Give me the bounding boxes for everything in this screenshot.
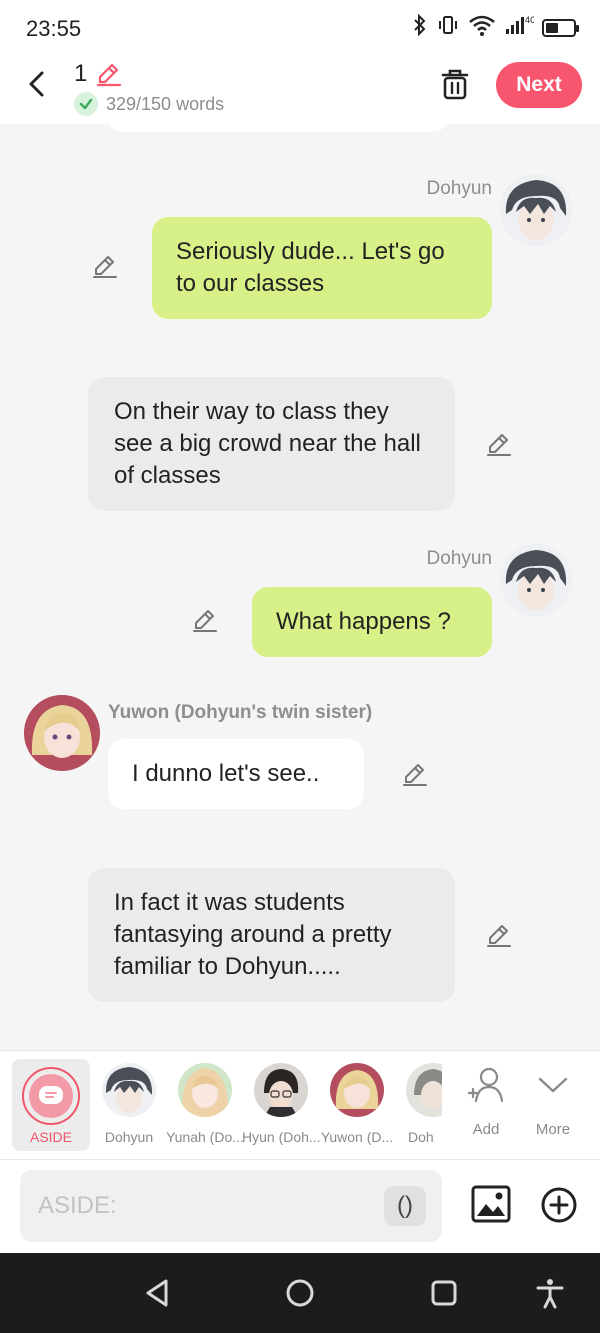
- battery-icon: [542, 19, 579, 37]
- status-bar: 23:55 4G: [0, 0, 600, 56]
- message-input-bar: (): [0, 1160, 600, 1253]
- aside-message-icon: [29, 1074, 73, 1118]
- character-yuwon[interactable]: Yuwon (D...: [318, 1063, 396, 1151]
- nav-recents-icon[interactable]: [428, 1277, 460, 1309]
- character-avatar: [102, 1063, 156, 1117]
- edit-message-pencil-icon[interactable]: [484, 430, 512, 458]
- character-selector-bar: ASIDE Dohyun Yunah (Do... Hyun (Doh... Y…: [0, 1050, 600, 1160]
- insert-image-icon[interactable]: [470, 1184, 512, 1224]
- bluetooth-icon: [412, 13, 428, 42]
- message-sender-name: Dohyun: [426, 178, 493, 199]
- add-person-icon: [467, 1067, 504, 1103]
- edit-message-pencil-icon[interactable]: [400, 760, 428, 788]
- narration-bubble[interactable]: In fact it was students fantasying aroun…: [88, 868, 455, 1002]
- message-input[interactable]: [38, 1190, 378, 1222]
- edit-message-pencil-icon[interactable]: [190, 606, 218, 634]
- message-bubble[interactable]: I dunno let's see..: [108, 739, 364, 809]
- edit-title-pencil-icon[interactable]: [94, 60, 122, 88]
- status-time: 23:55: [26, 16, 82, 41]
- character-dohyun[interactable]: Dohyun: [90, 1063, 168, 1151]
- system-navigation-bar: [0, 1253, 600, 1333]
- aside-ring: [22, 1067, 80, 1125]
- character-name: Dohyun: [104, 1129, 154, 1145]
- message-input-box: (): [20, 1170, 442, 1242]
- message-bubble[interactable]: What happens ?: [252, 587, 492, 657]
- character-avatar: [330, 1063, 384, 1117]
- edit-message-pencil-icon[interactable]: [484, 921, 512, 949]
- chapter-number: 1: [74, 60, 88, 87]
- character-hyun[interactable]: Hyun (Doh...: [242, 1063, 320, 1151]
- message-bubble[interactable]: Seriously dude... Let's go to our classe…: [152, 217, 492, 319]
- add-plus-icon[interactable]: [540, 1186, 578, 1224]
- chat-area[interactable]: Dohyun Seriously dude... Let's go to our…: [0, 124, 600, 1052]
- add-label: Add: [472, 1121, 500, 1138]
- dohyun-avatar[interactable]: [500, 174, 572, 246]
- next-button[interactable]: Next: [496, 62, 582, 108]
- aside-tab-label: ASIDE: [29, 1129, 72, 1145]
- back-arrow-icon[interactable]: [22, 68, 54, 100]
- more-label: More: [535, 1121, 571, 1138]
- character-name: Yuwon (D...: [320, 1129, 394, 1145]
- character-avatar: [406, 1063, 442, 1117]
- aside-tab[interactable]: ASIDE: [12, 1059, 90, 1151]
- accessibility-icon[interactable]: [534, 1277, 566, 1309]
- character-avatar: [254, 1063, 308, 1117]
- wifi-icon: [468, 14, 496, 42]
- signal-icon: 4G: [504, 14, 537, 42]
- previous-message-bubble-edge: [106, 124, 450, 132]
- message-sender-name: Dohyun: [426, 548, 493, 569]
- chevron-down-icon: [538, 1077, 568, 1093]
- character-partial[interactable]: Doh: [394, 1063, 442, 1151]
- status-icons: 4G: [412, 13, 579, 42]
- add-character-button[interactable]: Add: [454, 1063, 518, 1151]
- character-name: Yunah (Do...: [166, 1129, 244, 1145]
- character-yunah[interactable]: Yunah (Do...: [166, 1063, 244, 1151]
- message-sender-name: Yuwon (Dohyun's twin sister): [108, 702, 373, 723]
- character-avatar: [178, 1063, 232, 1117]
- parentheses-button[interactable]: (): [384, 1186, 426, 1226]
- nav-back-icon[interactable]: [142, 1277, 174, 1309]
- character-name: Doh: [408, 1129, 434, 1145]
- word-goal-check-icon: [74, 92, 98, 116]
- editor-header: 1 329/150 words Next: [0, 56, 600, 124]
- vibrate-icon: [436, 14, 460, 42]
- word-count: 329/150 words: [106, 94, 225, 114]
- yuwon-avatar[interactable]: [24, 695, 100, 771]
- network-type-label: 4G: [525, 15, 534, 25]
- delete-trash-icon[interactable]: [438, 66, 472, 102]
- dohyun-avatar[interactable]: [500, 544, 572, 616]
- nav-home-icon[interactable]: [284, 1277, 316, 1309]
- narration-bubble[interactable]: On their way to class they see a big cro…: [88, 377, 455, 511]
- character-name: Hyun (Doh...: [242, 1129, 320, 1145]
- more-characters-button[interactable]: More: [521, 1063, 585, 1151]
- edit-message-pencil-icon[interactable]: [90, 252, 118, 280]
